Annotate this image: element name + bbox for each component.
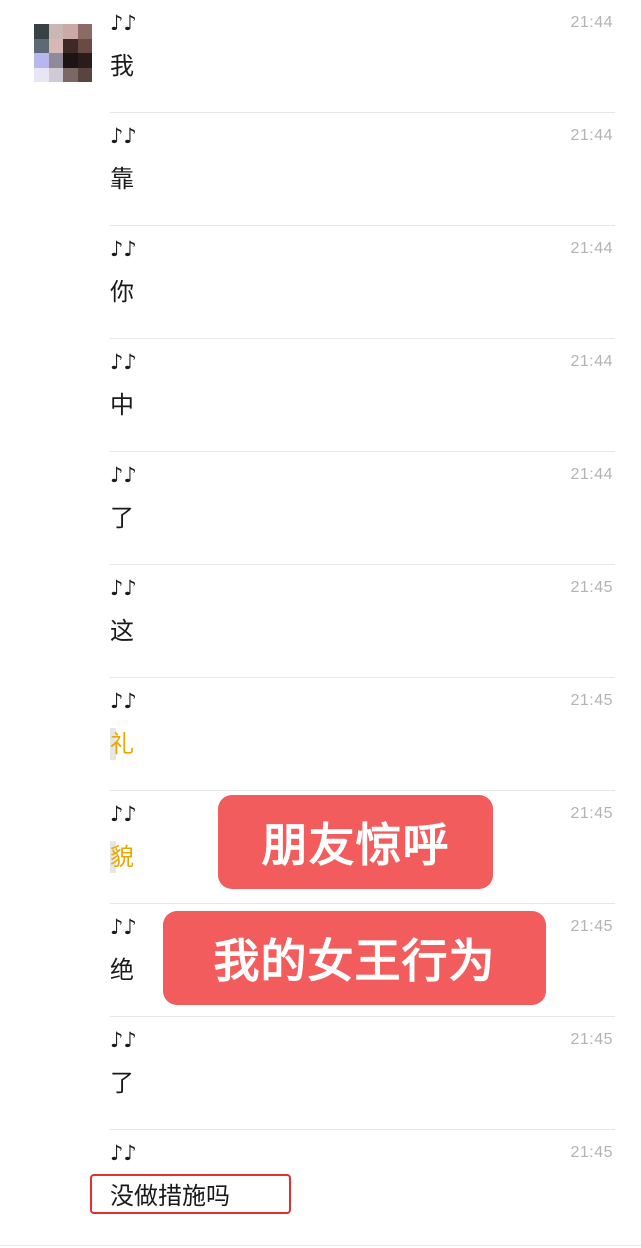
avatar-pixel: [34, 67, 49, 82]
divider: [0, 1245, 641, 1246]
sender-name: ♪♪: [110, 11, 137, 35]
avatar-pixel: [63, 67, 78, 82]
message-list: ♪♪ 21:44 我 ♪♪ 21:44 靠 ♪♪ 21:44 你 ♪♪ 21:4…: [110, 0, 615, 1243]
sender-name: ♪♪: [110, 1141, 137, 1165]
avatar-pixel: [77, 53, 92, 68]
sender-name: ♪♪: [110, 463, 137, 487]
avatar-pixel: [48, 67, 63, 82]
sender-name: ♪♪: [110, 915, 137, 939]
sender-name: ♪♪: [110, 1028, 137, 1052]
list-item[interactable]: ♪♪ 21:44 了: [110, 452, 615, 565]
message-time: 21:45: [570, 918, 613, 935]
message-text: 这: [110, 617, 134, 645]
avatar-pixel: [34, 53, 49, 68]
list-item[interactable]: ♪♪ 21:45 礼: [110, 678, 615, 791]
message-time: 21:44: [570, 240, 613, 257]
avatar-pixel: [34, 38, 49, 53]
message-time: 21:44: [570, 14, 613, 31]
message-text: 了: [110, 1069, 134, 1097]
message-time: 21:45: [570, 1031, 613, 1048]
sender-name: ♪♪: [110, 802, 137, 826]
annotation-box: [90, 1174, 291, 1214]
message-time: 21:44: [570, 353, 613, 370]
message-text: 貌: [110, 841, 134, 873]
list-item[interactable]: ♪♪ 21:44 中: [110, 339, 615, 452]
message-text: 你: [110, 278, 134, 306]
avatar-pixel: [77, 67, 92, 82]
sender-name: ♪♪: [110, 689, 137, 713]
avatar-pixel: [48, 24, 63, 39]
avatar-pixel: [48, 38, 63, 53]
message-text: 我: [110, 52, 134, 80]
list-item[interactable]: ♪♪ 21:44 我: [110, 0, 615, 113]
avatar-pixel: [34, 24, 49, 39]
message-time: 21:45: [570, 579, 613, 596]
caption-overlay-2: 我的女王行为: [163, 911, 546, 1005]
sender-name: ♪♪: [110, 237, 137, 261]
avatar-pixel: [63, 53, 78, 68]
message-text: 了: [110, 504, 134, 532]
avatar-pixel: [77, 24, 92, 39]
message-time: 21:45: [570, 805, 613, 822]
avatar[interactable]: [34, 24, 92, 82]
caption-overlay-1: 朋友惊呼: [218, 795, 493, 889]
message-time: 21:45: [570, 692, 613, 709]
list-item[interactable]: ♪♪ 21:44 你: [110, 226, 615, 339]
message-text: 靠: [110, 165, 134, 193]
list-item[interactable]: ♪♪ 21:44 靠: [110, 113, 615, 226]
message-time: 21:44: [570, 127, 613, 144]
message-text: 中: [110, 391, 134, 419]
list-item[interactable]: ♪♪ 21:45 这: [110, 565, 615, 678]
message-time: 21:45: [570, 1144, 613, 1161]
avatar-pixel: [77, 38, 92, 53]
avatar-pixel: [63, 38, 78, 53]
message-text: 绝: [110, 956, 134, 984]
sender-name: ♪♪: [110, 350, 137, 374]
list-item[interactable]: ♪♪ 21:45 了: [110, 1017, 615, 1130]
sender-name: ♪♪: [110, 124, 137, 148]
sender-name: ♪♪: [110, 576, 137, 600]
message-text: 礼: [110, 728, 134, 760]
avatar-pixel: [63, 24, 78, 39]
avatar-pixel: [48, 53, 63, 68]
message-time: 21:44: [570, 466, 613, 483]
